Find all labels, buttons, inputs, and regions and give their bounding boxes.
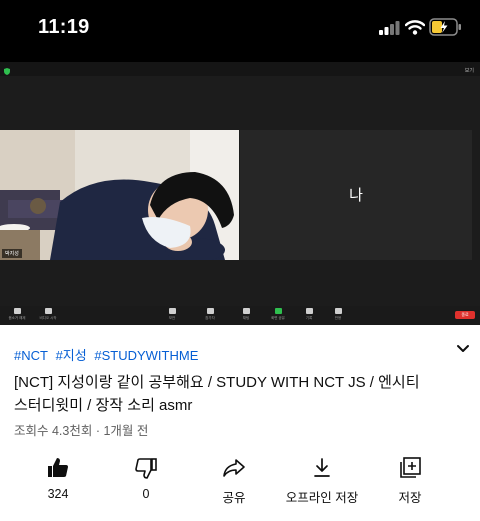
download-label: 오프라인 저장 (285, 491, 359, 505)
chat-icon (242, 308, 250, 314)
save-label: 저장 (398, 491, 422, 505)
microphone-icon (13, 308, 21, 314)
share-screen-icon (274, 308, 282, 314)
dislike-button[interactable]: 0 (96, 452, 196, 501)
participants-button[interactable]: 참가자 (193, 308, 227, 321)
share-screen-label: 화면 공유 (271, 316, 285, 320)
status-bar: 11:19 (0, 0, 480, 62)
like-count: 324 (47, 487, 69, 501)
thumbs-down-icon (135, 458, 157, 479)
shield-icon (168, 308, 176, 314)
record-icon (305, 308, 313, 314)
video-title: [NCT] 지성이랑 같이 공부해요 / STUDY WITH NCT JS /… (14, 374, 420, 414)
hashtag-link[interactable]: #NCT (14, 348, 48, 363)
cellular-signal-icon (379, 21, 400, 35)
reactions-button[interactable]: 반응 (321, 308, 355, 321)
download-button[interactable]: 오프라인 저장 (272, 452, 372, 506)
start-video-label: 비디오 시작 (39, 316, 57, 320)
chat-button[interactable]: 채팅 (229, 308, 263, 321)
save-button[interactable]: 저장 (360, 452, 460, 506)
unmute-label: 음소거 해제 (8, 316, 26, 320)
view-label: 보기 (464, 68, 474, 74)
zoom-top-bar: 보기 (0, 62, 480, 76)
share-label: 공유 (222, 491, 246, 505)
participant-name-tag: 박지성 (2, 249, 22, 258)
share-button[interactable]: 공유 (184, 452, 284, 506)
participant-video: 박지성 (0, 130, 239, 260)
hashtag-link[interactable]: #지성 (56, 348, 87, 363)
video-meta: 조회수 4.3천회 · 1개월 전 (14, 424, 149, 438)
shield-icon (4, 68, 10, 75)
share-arrow-icon (223, 459, 245, 477)
chevron-down-icon[interactable] (456, 343, 470, 355)
hashtags: #NCT #지성 #STUDYWITHME (14, 345, 202, 364)
battery-icon (429, 18, 461, 36)
participant-video-frame (0, 130, 239, 260)
end-meeting-button[interactable]: 종료 (455, 311, 475, 319)
dislike-count: 0 (142, 487, 150, 501)
add-to-playlist-icon (400, 457, 421, 478)
unmute-button[interactable]: 음소거 해제 (0, 308, 34, 321)
hashtag-link[interactable]: #STUDYWITHME (94, 348, 198, 363)
participants-label: 참가자 (205, 316, 215, 320)
participants-icon (206, 308, 214, 314)
self-video-tile: 나 (240, 130, 472, 260)
reactions-label: 반응 (334, 316, 342, 320)
wifi-icon (405, 20, 425, 35)
download-icon (314, 458, 330, 477)
security-button[interactable]: 보안 (155, 308, 189, 321)
self-label: 나 (349, 187, 363, 204)
start-video-button[interactable]: 비디오 시작 (31, 308, 65, 321)
camera-icon (44, 308, 52, 314)
action-bar: 324 0 공유 오프라인 저장 저장 (0, 452, 480, 508)
thumbs-up-icon (48, 458, 68, 477)
reaction-icon (334, 308, 342, 314)
like-button[interactable]: 324 (8, 452, 108, 501)
share-screen-button[interactable]: 화면 공유 (261, 308, 295, 321)
chat-label: 채팅 (242, 316, 250, 320)
video-player[interactable]: 보기 박지성 나 음소거 해제 비디오 시작 보안 참가자 채팅 화면 공유 기… (0, 62, 480, 325)
zoom-toolbar: 음소거 해제 비디오 시작 보안 참가자 채팅 화면 공유 기록 반응 종료 (0, 306, 480, 325)
security-label: 보안 (168, 316, 176, 320)
status-time: 11:19 (38, 16, 90, 38)
